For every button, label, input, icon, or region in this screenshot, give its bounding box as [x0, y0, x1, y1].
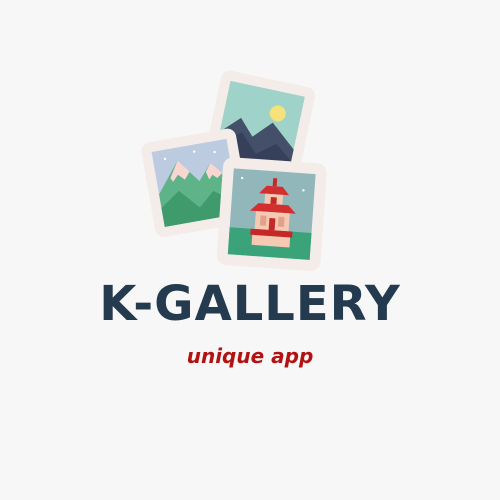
brand-name: K-GALLERY — [99, 276, 401, 332]
brand-tagline: unique app — [186, 344, 314, 368]
gallery-photos-logo — [141, 70, 327, 271]
pagoda-photo-icon — [216, 157, 327, 271]
